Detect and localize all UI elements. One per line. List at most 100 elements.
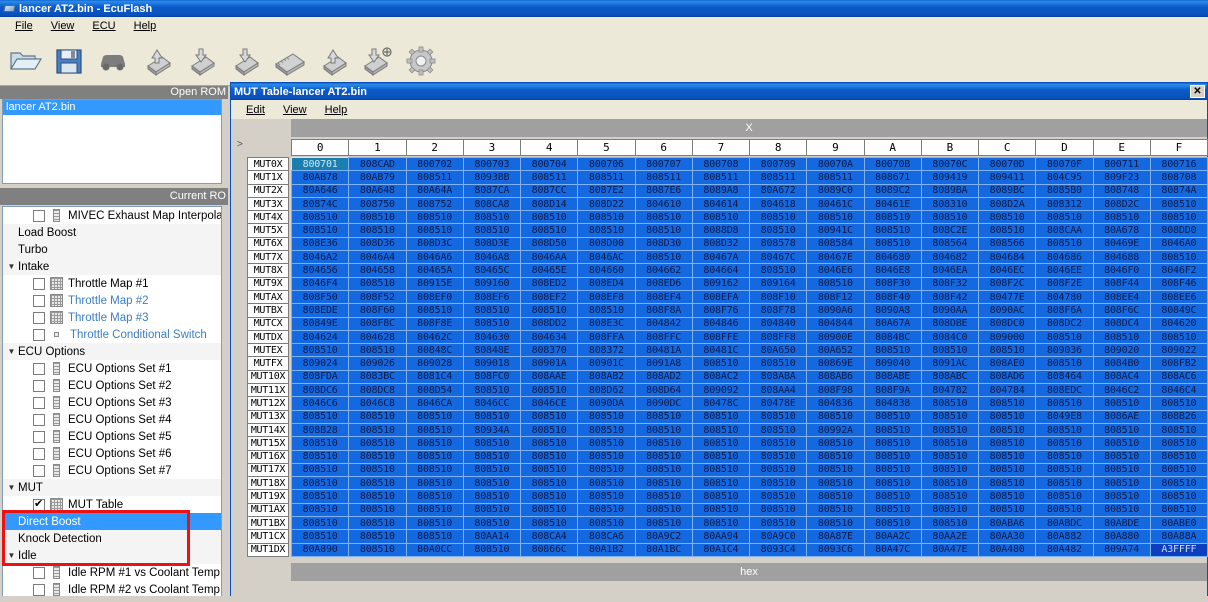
table-cell[interactable]: 80462C — [405, 329, 464, 345]
table-cell[interactable]: 808510 — [348, 449, 407, 464]
table-cell[interactable]: 808510 — [978, 409, 1037, 424]
table-cell[interactable]: 808510 — [1149, 476, 1208, 491]
table-cell[interactable]: 808EDC — [1035, 383, 1094, 398]
chevron-down-icon[interactable]: ▼ — [5, 347, 18, 356]
table-cell[interactable]: 808510 — [520, 210, 579, 225]
table-cell[interactable]: 808510 — [863, 210, 922, 225]
table-cell[interactable]: 808510 — [1035, 476, 1094, 491]
table-cell[interactable]: 80869E — [806, 356, 865, 371]
table-cell[interactable]: 804658 — [348, 263, 407, 278]
table-cell[interactable]: 804842 — [634, 316, 693, 331]
table-cell[interactable]: 808D62 — [577, 383, 636, 398]
table-cell[interactable]: 808FC0 — [462, 369, 521, 385]
table-cell[interactable]: 80900E — [806, 329, 865, 345]
table-cell[interactable]: 808AC2 — [691, 369, 750, 385]
table-cell[interactable]: 808510 — [978, 343, 1037, 358]
table-cell[interactable]: 808510 — [806, 476, 865, 491]
table-cell[interactable]: 808510 — [577, 516, 636, 531]
tree-item-load-boost[interactable]: Load Boost — [3, 224, 221, 241]
table-cell[interactable]: 808510 — [691, 489, 750, 504]
table-cell[interactable]: 80849E — [291, 316, 350, 331]
row-header[interactable]: MUT13X — [247, 409, 289, 424]
table-cell[interactable]: 808510 — [978, 462, 1037, 478]
table-cell[interactable]: 80A1BC — [634, 542, 693, 557]
table-cell[interactable]: 8089A8 — [691, 183, 750, 198]
table-cell[interactable]: 808510 — [863, 476, 922, 491]
table-cell[interactable]: 8046F0 — [1092, 263, 1151, 278]
main-menubar[interactable]: File View ECU Help — [0, 17, 1208, 36]
table-cell[interactable]: 808F8E — [405, 316, 464, 331]
table-cell[interactable]: 80070D — [978, 157, 1037, 172]
table-cell[interactable]: 808510 — [1092, 476, 1151, 491]
table-cell[interactable]: 808564 — [920, 236, 979, 252]
table-cell[interactable]: 808511 — [577, 170, 636, 185]
table-cell[interactable]: 8084BC — [863, 329, 922, 345]
table-cell[interactable]: 808510 — [291, 462, 350, 478]
table-cell[interactable]: 8046AC — [577, 250, 636, 265]
table-cell[interactable]: 808510 — [634, 489, 693, 504]
table-cell[interactable]: 808510 — [405, 516, 464, 531]
table-cell[interactable]: 808DD0 — [1149, 223, 1208, 238]
table-cell[interactable]: 8081C4 — [405, 369, 464, 385]
close-icon[interactable]: ✕ — [1190, 85, 1205, 98]
table-cell[interactable]: 80874A — [1149, 183, 1208, 198]
table-cell[interactable]: 80469E — [1092, 236, 1151, 252]
table-cell[interactable]: 808310 — [920, 196, 979, 212]
table-cell[interactable]: 808510 — [634, 436, 693, 451]
table-cell[interactable]: 80070F — [1035, 157, 1094, 172]
tree-item-checkbox[interactable] — [33, 447, 45, 460]
table-cell[interactable]: 8087CC — [520, 183, 579, 198]
table-cell[interactable]: 804688 — [1092, 250, 1151, 265]
memory-button[interactable] — [270, 40, 308, 82]
table-cell[interactable]: 808510 — [462, 409, 521, 424]
table-cell[interactable]: 8091A8 — [634, 356, 693, 371]
tree-item-ecu-options-set-2[interactable]: ECU Options Set #2 — [3, 377, 221, 394]
table-cell[interactable]: 80A678 — [1092, 223, 1151, 238]
table-cell[interactable]: 80992A — [806, 422, 865, 438]
table-cell[interactable]: 8087E6 — [634, 183, 693, 198]
table-cell[interactable]: 808510 — [577, 449, 636, 464]
table-cell[interactable]: 80A47E — [920, 542, 979, 557]
row-header[interactable]: MUTAX — [247, 289, 289, 305]
table-cell[interactable]: 80070B — [863, 157, 922, 172]
table-cell[interactable]: 808510 — [634, 516, 693, 531]
table-cell[interactable]: 808510 — [348, 489, 407, 504]
table-cell[interactable]: 808E3C — [577, 316, 636, 331]
table-cell[interactable]: 808510 — [920, 396, 979, 411]
table-cell[interactable]: 80ABE0 — [1149, 516, 1208, 531]
table-cell[interactable]: 808510 — [806, 489, 865, 504]
table-cell[interactable]: 808566 — [978, 236, 1037, 252]
table-cell[interactable]: 808510 — [863, 409, 922, 424]
row-header[interactable]: MUT10X — [247, 369, 289, 385]
table-cell[interactable]: 80478C — [691, 396, 750, 411]
table-cell[interactable]: 808510 — [806, 436, 865, 451]
table-cell[interactable]: 800709 — [749, 157, 808, 172]
table-cell[interactable]: 808510 — [405, 529, 464, 544]
table-cell[interactable]: 808510 — [462, 210, 521, 225]
table-cell[interactable]: 8093C4 — [749, 542, 808, 557]
table-cell[interactable]: 808510 — [1149, 422, 1208, 438]
table-cell[interactable]: 808510 — [749, 223, 808, 238]
table-cell[interactable]: 808510 — [691, 436, 750, 451]
table-cell[interactable]: 804664 — [691, 263, 750, 278]
table-cell[interactable]: 809024 — [291, 356, 350, 371]
table-cell[interactable]: 808510 — [577, 409, 636, 424]
table-cell[interactable]: 808510 — [634, 422, 693, 438]
row-header[interactable]: MUT9X — [247, 276, 289, 291]
table-cell[interactable]: 8084C0 — [920, 329, 979, 345]
table-cell[interactable]: 808510 — [634, 449, 693, 464]
table-cell[interactable]: 808FF8 — [749, 329, 808, 345]
table-cell[interactable]: 8083BC — [348, 369, 407, 385]
mut-table-menubar[interactable]: Edit View Help — [231, 100, 1207, 119]
table-cell[interactable]: 808F98 — [806, 383, 865, 398]
table-cell[interactable]: 8087CA — [462, 183, 521, 198]
table-cell[interactable]: 808510 — [920, 409, 979, 424]
table-cell[interactable]: 8087E2 — [577, 183, 636, 198]
table-cell[interactable]: 808510 — [348, 436, 407, 451]
chevron-down-icon[interactable]: ▼ — [5, 483, 18, 492]
table-cell[interactable]: 804630 — [462, 329, 521, 345]
table-cell[interactable]: 804614 — [691, 196, 750, 212]
table-cell[interactable]: 808510 — [691, 516, 750, 531]
table-cell[interactable]: 808510 — [806, 449, 865, 464]
table-cell[interactable]: 808510 — [691, 476, 750, 491]
